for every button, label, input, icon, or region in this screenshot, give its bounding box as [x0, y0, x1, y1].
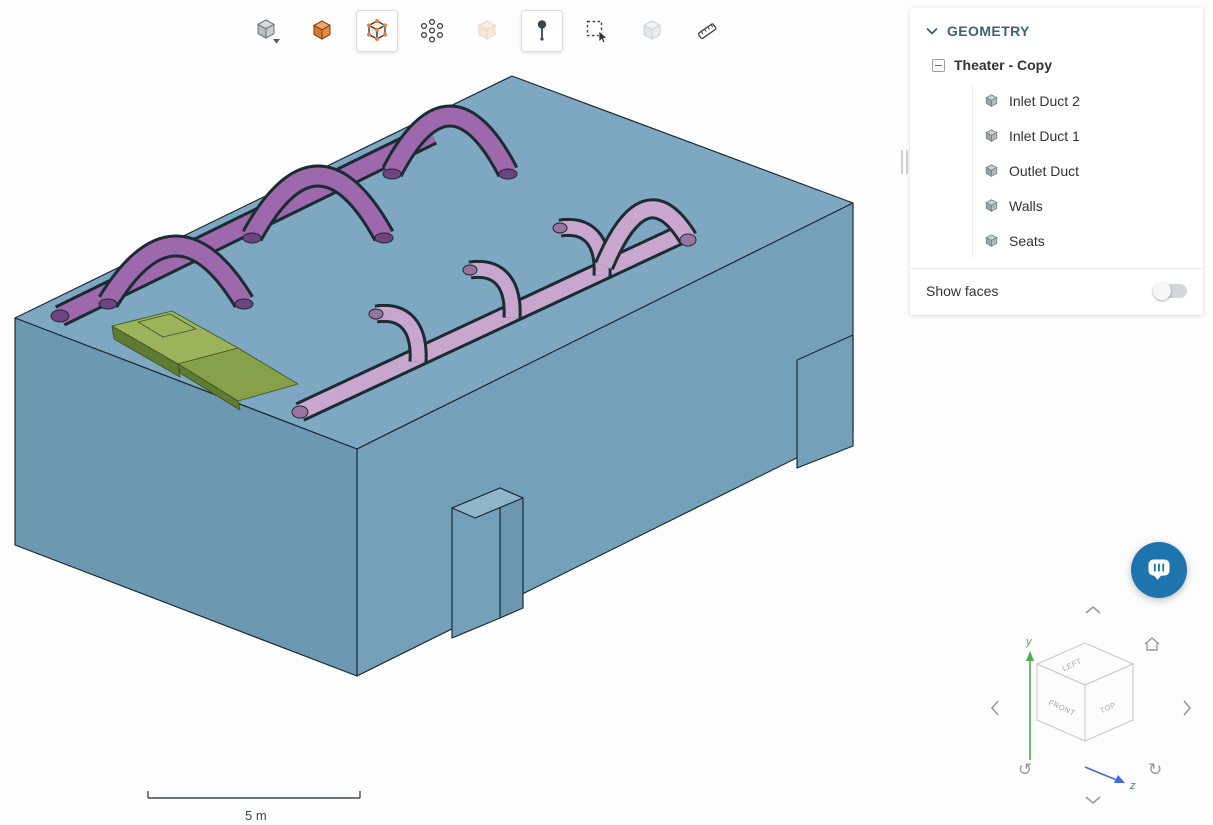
display-mode-button[interactable]	[246, 10, 288, 52]
show-faces-toggle[interactable]	[1153, 284, 1187, 298]
measure-ruler-icon	[694, 18, 720, 44]
cube-icon	[984, 93, 999, 108]
cube-dropdown-icon	[253, 17, 281, 45]
rotate-down-button[interactable]	[1083, 794, 1103, 806]
vertex-dots-icon	[419, 18, 445, 44]
box-select-button[interactable]	[576, 10, 618, 52]
cube-icon	[984, 233, 999, 248]
isolate-volumes-button[interactable]	[631, 10, 673, 52]
tree-node-label: Walls	[1009, 198, 1043, 214]
select-edges-button[interactable]	[356, 10, 398, 52]
collapse-minus-icon[interactable]	[932, 59, 945, 72]
box-select-icon	[584, 18, 610, 44]
tree-node-walls[interactable]: Walls	[973, 188, 1203, 223]
chat-bubble-icon	[1145, 557, 1173, 583]
geometry-tree: Theater - Copy Inlet Duct 2	[910, 51, 1203, 258]
cube-vertices-icon	[364, 18, 390, 44]
toolbar	[246, 10, 728, 52]
tree-node-seats[interactable]: Seats	[973, 223, 1203, 258]
tree-node-outlet-duct[interactable]: Outlet Duct	[973, 153, 1203, 188]
probe-point-button[interactable]	[521, 10, 563, 52]
orange-cube-icon	[309, 18, 335, 44]
show-faces-row: Show faces	[910, 269, 1203, 313]
chevron-down-icon	[926, 27, 938, 35]
tree-node-label: Inlet Duct 1	[1009, 128, 1080, 144]
orientation-cube[interactable]: y z x LEFT FRONT TOP	[1005, 615, 1165, 795]
select-faces-button[interactable]	[466, 10, 508, 52]
cube-icon	[984, 128, 999, 143]
tree-node-inlet-duct-1[interactable]: Inlet Duct 1	[973, 118, 1203, 153]
axis-y-label: y	[1025, 636, 1033, 648]
tree-node-label: Inlet Duct 2	[1009, 93, 1080, 109]
pale-cube-icon	[474, 18, 500, 44]
rotate-right-button[interactable]	[1181, 698, 1193, 718]
door-right-face	[500, 488, 523, 618]
select-volumes-button[interactable]	[301, 10, 343, 52]
geometry-panel: GEOMETRY Theater - Copy Inlet Duct 2	[910, 8, 1203, 315]
tree-node-theater-copy[interactable]: Theater - Copy	[910, 51, 1203, 79]
panel-title: GEOMETRY	[947, 23, 1030, 39]
tree-node-label: Outlet Duct	[1009, 163, 1079, 179]
panel-header[interactable]: GEOMETRY	[910, 8, 1203, 51]
cube-icon	[984, 198, 999, 213]
select-vertices-button[interactable]	[411, 10, 453, 52]
simscale-workbench: 5 m	[0, 0, 1213, 825]
tree-root-label: Theater - Copy	[954, 57, 1052, 73]
cube-icon	[984, 163, 999, 178]
show-faces-label: Show faces	[926, 283, 998, 299]
rotate-left-button[interactable]	[989, 698, 1001, 718]
chat-button[interactable]	[1131, 542, 1187, 598]
model-walls[interactable]	[15, 76, 853, 676]
tree-node-label: Seats	[1009, 233, 1045, 249]
gray-cube-icon	[639, 18, 665, 44]
scale-bar-label: 5 m	[245, 808, 267, 823]
toggle-knob	[1153, 282, 1171, 300]
tree-node-inlet-duct-2[interactable]: Inlet Duct 2	[973, 83, 1203, 118]
view-cube-area: ↺ ↻ y z x LEFT FRONT TOP	[985, 598, 1205, 820]
probe-pin-icon	[529, 18, 555, 44]
scale-bar	[148, 791, 360, 798]
axis-z-label: z	[1129, 780, 1136, 792]
measure-button[interactable]	[686, 10, 728, 52]
panel-resize-handle[interactable]	[901, 150, 908, 174]
